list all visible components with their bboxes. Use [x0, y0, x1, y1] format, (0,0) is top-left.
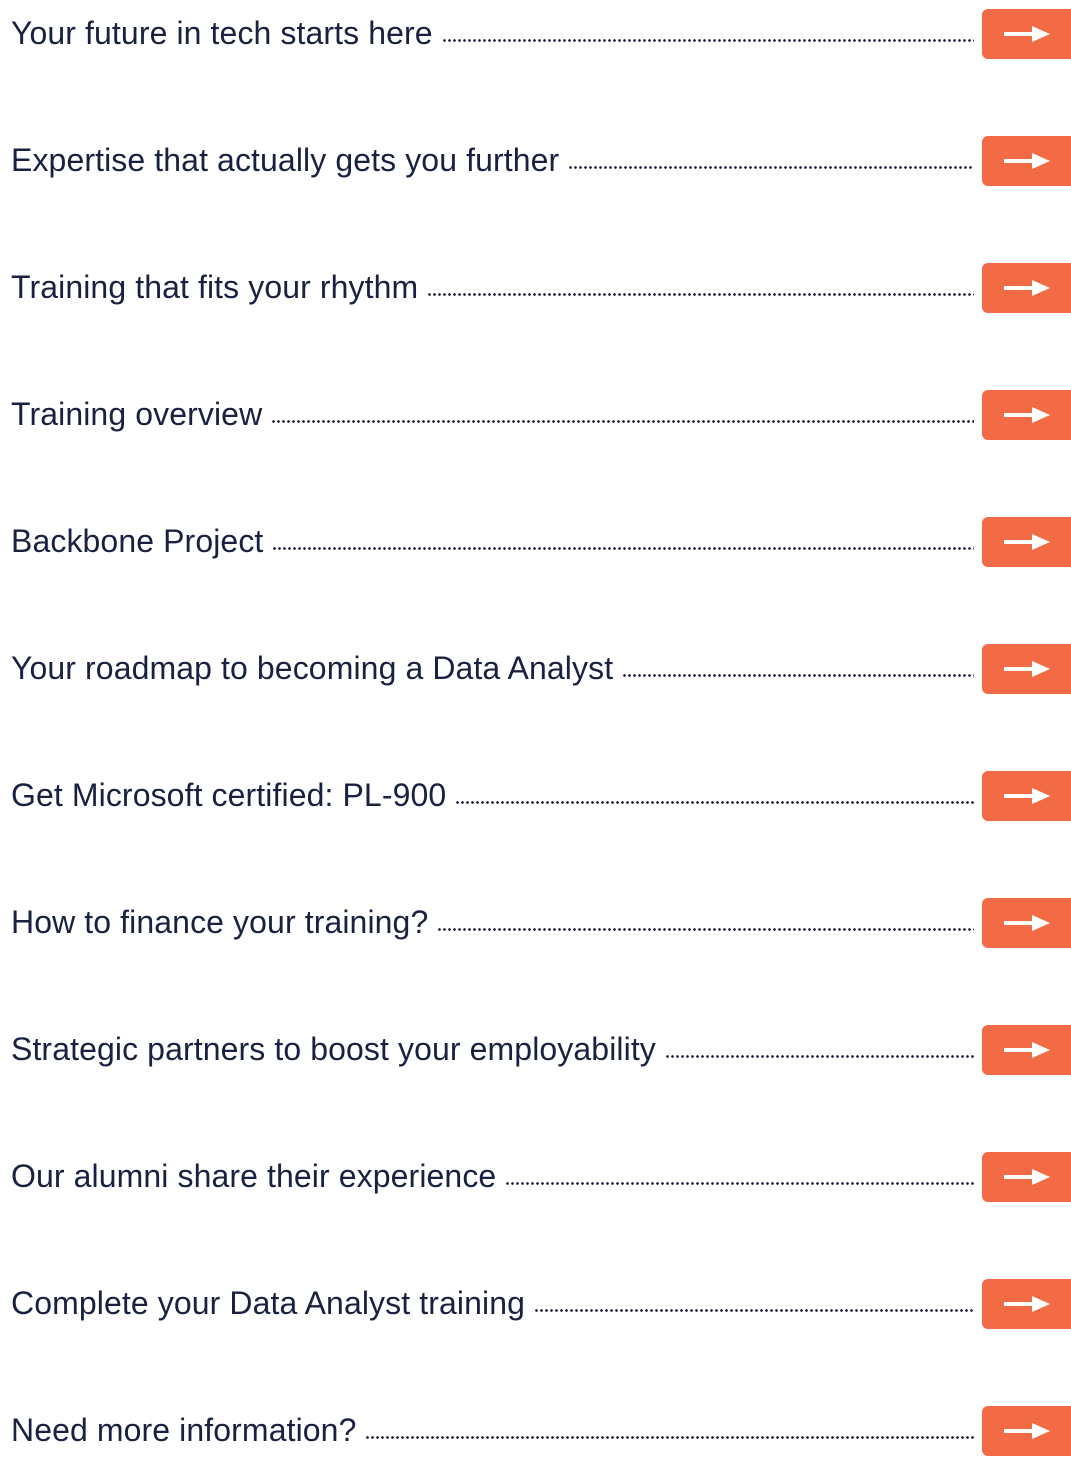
arrow-right-icon [1003, 1042, 1050, 1058]
toc-item-finance-training[interactable]: How to finance your training? [11, 897, 1071, 949]
toc-item-training-overview[interactable]: Training overview [11, 389, 1071, 441]
toc-item-label: Training overview [11, 396, 263, 432]
toc-item-label: Expertise that actually gets you further [11, 142, 560, 178]
arrow-right-icon [1003, 915, 1050, 931]
toc-item-label: Complete your Data Analyst training [11, 1285, 525, 1321]
toc-item-complete-training[interactable]: Complete your Data Analyst training [11, 1278, 1071, 1330]
toc-item-training-rhythm[interactable]: Training that fits your rhythm [11, 262, 1071, 314]
go-button[interactable] [982, 1279, 1071, 1329]
toc-item-more-information[interactable]: Need more information? [11, 1405, 1071, 1457]
dotted-leader [366, 1435, 974, 1439]
dotted-leader [665, 1054, 974, 1058]
toc-item-label: Our alumni share their experience [11, 1158, 497, 1194]
toc-item-label: Strategic partners to boost your employa… [11, 1031, 656, 1067]
dotted-leader [272, 419, 974, 423]
go-button[interactable] [982, 644, 1071, 694]
toc-item-label: Your roadmap to becoming a Data Analyst [11, 650, 614, 686]
toc-item-label: Backbone Project [11, 523, 264, 559]
toc-item-label: How to finance your training? [11, 904, 429, 940]
dotted-leader [534, 1308, 974, 1312]
go-button[interactable] [982, 390, 1071, 440]
arrow-right-icon [1003, 1423, 1050, 1439]
toc-item-label: Need more information? [11, 1412, 357, 1448]
arrow-right-icon [1003, 26, 1050, 42]
toc-item-label: Get Microsoft certified: PL-900 [11, 777, 447, 813]
toc-item-backbone-project[interactable]: Backbone Project [11, 516, 1071, 568]
arrow-right-icon [1003, 153, 1050, 169]
dotted-leader [506, 1181, 974, 1185]
arrow-right-icon [1003, 1296, 1050, 1312]
arrow-right-icon [1003, 280, 1050, 296]
go-button[interactable] [982, 1152, 1071, 1202]
toc-item-roadmap[interactable]: Your roadmap to becoming a Data Analyst [11, 643, 1071, 695]
toc-item-alumni-experience[interactable]: Our alumni share their experience [11, 1151, 1071, 1203]
table-of-contents: Your future in tech starts here Expertis… [11, 0, 1071, 1456]
arrow-right-icon [1003, 1169, 1050, 1185]
dotted-leader [456, 800, 974, 804]
dotted-leader [438, 927, 974, 931]
arrow-right-icon [1003, 661, 1050, 677]
arrow-right-icon [1003, 788, 1050, 804]
arrow-right-icon [1003, 534, 1050, 550]
toc-item-label: Training that fits your rhythm [11, 269, 419, 305]
go-button[interactable] [982, 771, 1071, 821]
dotted-leader [273, 546, 974, 550]
toc-item-label: Your future in tech starts here [11, 15, 433, 51]
toc-item-strategic-partners[interactable]: Strategic partners to boost your employa… [11, 1024, 1071, 1076]
go-button[interactable] [982, 263, 1071, 313]
toc-item-expertise[interactable]: Expertise that actually gets you further [11, 135, 1071, 187]
go-button[interactable] [982, 898, 1071, 948]
dotted-leader [428, 292, 974, 296]
arrow-right-icon [1003, 407, 1050, 423]
go-button[interactable] [982, 1025, 1071, 1075]
dotted-leader [442, 38, 974, 42]
dotted-leader [623, 673, 974, 677]
toc-item-microsoft-certified[interactable]: Get Microsoft certified: PL-900 [11, 770, 1071, 822]
toc-item-future-in-tech[interactable]: Your future in tech starts here [11, 8, 1071, 60]
go-button[interactable] [982, 136, 1071, 186]
go-button[interactable] [982, 9, 1071, 59]
dotted-leader [569, 165, 974, 169]
go-button[interactable] [982, 517, 1071, 567]
